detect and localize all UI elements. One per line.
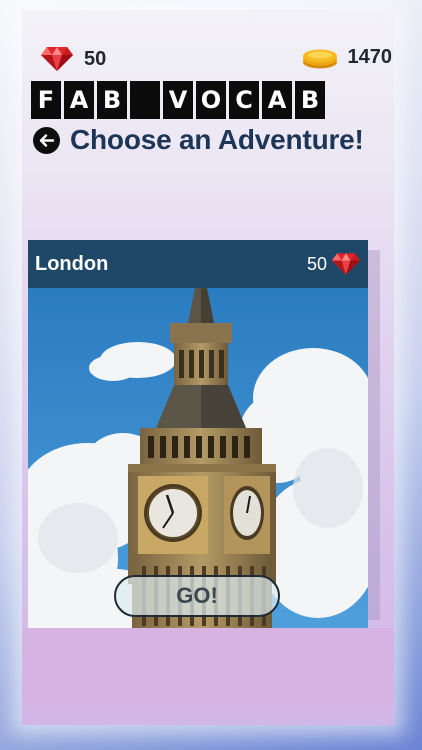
ruby-gem-icon (41, 47, 73, 71)
logo-letter: F (31, 81, 61, 119)
cost-value: 50 (306, 253, 327, 274)
card-header: London 50 (28, 240, 368, 288)
gems-count: 50 (84, 47, 107, 70)
coins-count: 1470 (347, 46, 393, 68)
arrow-left-icon (39, 133, 55, 147)
ruby-gem-icon (331, 253, 361, 275)
adventure-card-london[interactable]: London 50 (28, 240, 368, 628)
coins-counter: 1470 (302, 46, 393, 69)
logo-letter: C (229, 81, 259, 119)
logo-letter (130, 81, 160, 119)
city-name: London (35, 252, 109, 275)
logo-letter: V (163, 81, 193, 119)
page-title: Choose an Adventure! (70, 124, 364, 155)
gems-counter: 50 (40, 46, 106, 72)
back-button[interactable] (33, 126, 60, 154)
page-header: Choose an Adventure! (33, 124, 364, 156)
panel-footer-band (22, 628, 394, 706)
logo-letter: A (64, 81, 94, 119)
card-cost: 50 (307, 252, 361, 276)
logo-letter: B (295, 81, 325, 119)
logo-letter: A (262, 81, 292, 119)
go-button[interactable]: GO! (114, 575, 280, 617)
gold-coins-icon (302, 49, 337, 68)
logo-letter: O (196, 81, 226, 119)
fab-vocab-logo: F A B V O C A B (31, 81, 325, 119)
logo-letter: B (97, 81, 127, 119)
